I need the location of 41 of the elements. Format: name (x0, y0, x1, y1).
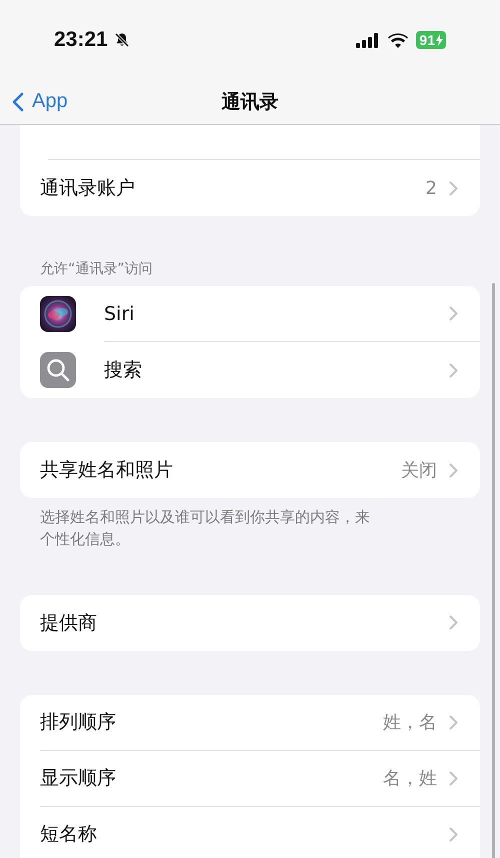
row-value: 姓，名 (383, 711, 437, 734)
row-label: 排列顺序 (40, 710, 117, 735)
chevron-right-icon (449, 770, 458, 786)
chevron-right-icon (449, 714, 458, 730)
chevron-right-icon (449, 462, 458, 478)
back-button[interactable]: App (10, 88, 70, 115)
settings-row[interactable]: 短名称 (20, 806, 480, 858)
chevron-right-icon (449, 306, 458, 321)
settings-row[interactable]: Siri (20, 286, 480, 342)
settings-row[interactable]: 排列顺序 姓，名 (20, 694, 480, 750)
signal-icon (356, 32, 380, 48)
settings-row[interactable]: 通讯录账户 2 (20, 160, 480, 216)
nav-title: 通讯录 (222, 90, 278, 115)
settings-row[interactable]: 提供商 (20, 594, 480, 650)
row-label: 显示顺序 (40, 766, 117, 791)
settings-row[interactable]: 显示顺序 名，姓 (20, 750, 480, 806)
chevron-right-icon (449, 362, 458, 378)
row-value: 关闭 (401, 459, 437, 482)
chevron-right-icon (449, 615, 458, 630)
siri-app-icon (40, 296, 76, 332)
row-label: 通讯录账户 (40, 176, 136, 201)
row-label: 搜索 (104, 358, 143, 383)
chevron-right-icon (449, 180, 458, 196)
row-value: 2 (426, 178, 437, 198)
settings-row[interactable]: 共享姓名和照片 关闭 (20, 442, 480, 498)
settings-row[interactable]: 搜索 (20, 342, 480, 398)
wifi-icon (388, 32, 408, 48)
row-label: Siri (104, 302, 136, 324)
search-icon (40, 352, 76, 388)
bell-slash-icon (114, 32, 130, 48)
row-label: 提供商 (40, 610, 98, 636)
row-label: 短名称 (40, 822, 98, 847)
chevron-left-icon (12, 92, 24, 112)
row-value: 名，姓 (383, 767, 437, 790)
status-time: 23:21 (54, 28, 108, 52)
section-footer: 选择姓名和照片以及谁可以看到你共享的内容，来个性化信息。 (0, 498, 420, 550)
row-label: 共享姓名和照片 (40, 458, 174, 483)
chevron-right-icon (449, 826, 458, 842)
battery-level: 91 (416, 31, 446, 49)
charging-bolt-icon (436, 34, 443, 46)
section-header: 允许“通讯录”访问 (39, 260, 154, 279)
